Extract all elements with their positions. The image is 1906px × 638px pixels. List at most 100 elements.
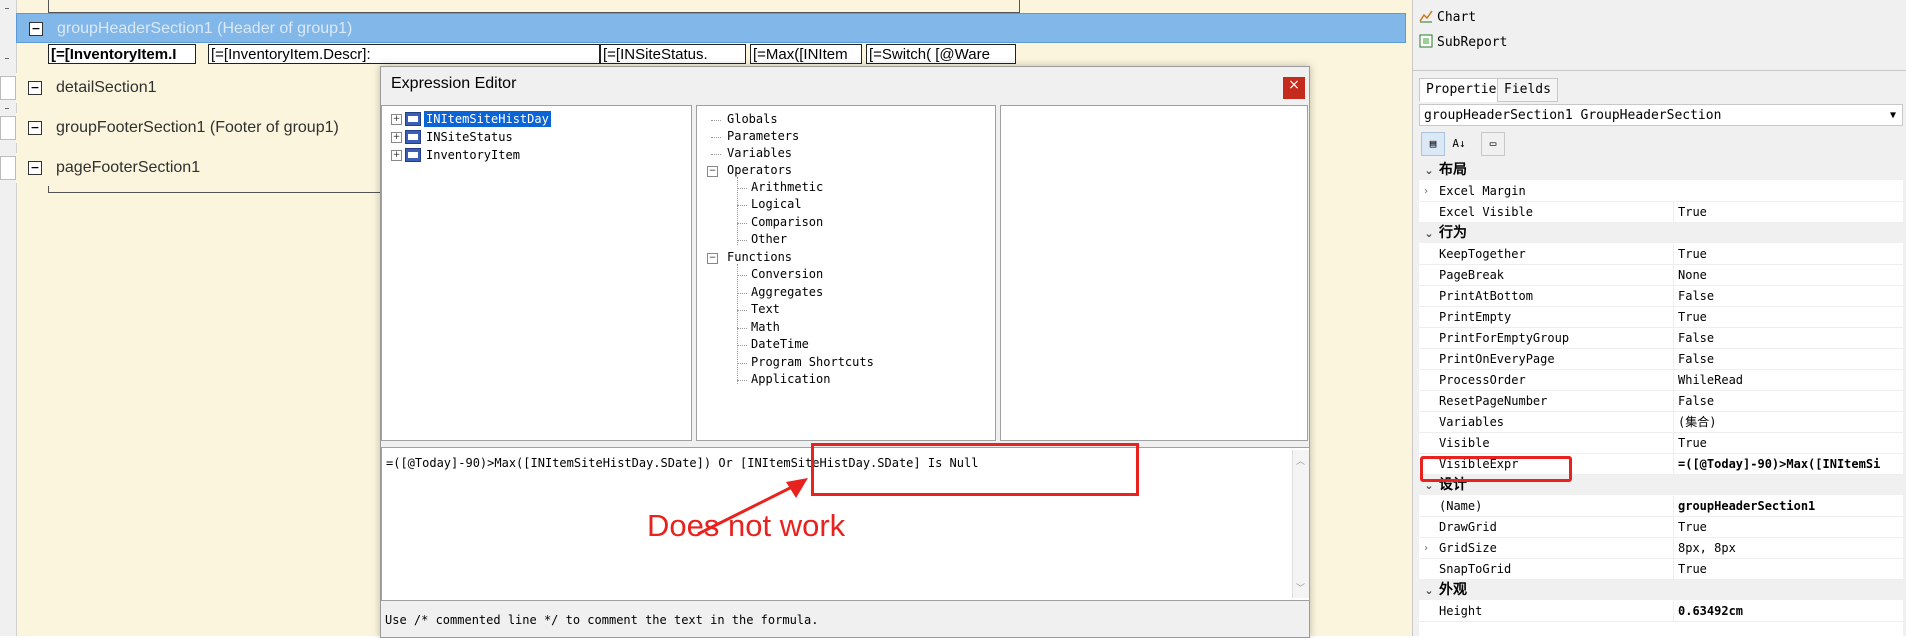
annotation-highlight-box xyxy=(811,443,1139,496)
tree-item-arithmetic[interactable]: Arithmetic xyxy=(751,179,823,195)
property-row[interactable]: PrintOnEveryPage False xyxy=(1419,349,1903,370)
tree-item-parameters[interactable]: Parameters xyxy=(727,128,799,144)
property-category[interactable]: ⌄ 布局 xyxy=(1419,160,1903,180)
property-name: (Name) xyxy=(1439,499,1483,513)
property-row[interactable]: ResetPageNumber False xyxy=(1419,391,1903,412)
property-value[interactable]: True xyxy=(1673,559,1906,580)
field-cell-description[interactable]: [=[InventoryItem.Descr]: xyxy=(208,44,600,64)
tree-item-initemsitehistday[interactable]: INItemSiteHistDay xyxy=(424,111,551,127)
property-row[interactable]: Visible True xyxy=(1419,433,1903,454)
section-label: detailSection1 xyxy=(56,79,157,96)
property-pages-icon[interactable]: ▭ xyxy=(1481,132,1505,156)
dropdown-arrow-icon: ▼ xyxy=(1889,110,1896,121)
field-cell-switch[interactable]: [=Switch( [@Ware xyxy=(866,44,1016,64)
property-value[interactable]: 0.63492cm xyxy=(1673,601,1906,622)
scroll-up-icon[interactable]: ︿ xyxy=(1296,454,1305,467)
tree-item-globals[interactable]: Globals xyxy=(727,111,778,127)
collapse-toggle-icon[interactable]: − xyxy=(29,22,43,36)
property-value[interactable]: groupHeaderSection1 xyxy=(1673,496,1906,517)
collapse-toggle-icon[interactable]: − xyxy=(28,81,42,95)
expand-icon[interactable]: + xyxy=(391,150,402,161)
tab-fields[interactable]: Fields xyxy=(1497,78,1558,102)
expand-icon[interactable]: + xyxy=(391,132,402,143)
chevron-down-icon[interactable]: ⌄ xyxy=(1419,224,1439,244)
tree-item-operators[interactable]: Operators xyxy=(727,162,792,178)
property-value[interactable]: False xyxy=(1673,391,1906,412)
categorized-view-icon[interactable]: ▤ xyxy=(1421,132,1445,156)
table-icon xyxy=(405,130,421,144)
property-row[interactable]: PrintEmpty True xyxy=(1419,307,1903,328)
property-row[interactable]: ProcessOrder WhileRead xyxy=(1419,370,1903,391)
tree-item-program-shortcuts[interactable]: Program Shortcuts xyxy=(751,354,874,370)
tree-item-datetime[interactable]: DateTime xyxy=(751,336,809,352)
scroll-down-icon[interactable]: ﹀ xyxy=(1296,581,1305,594)
property-name: SnapToGrid xyxy=(1439,562,1512,576)
tree-item-math[interactable]: Math xyxy=(751,319,780,335)
toolbox-chart[interactable]: Chart xyxy=(1419,8,1476,28)
scrollbar[interactable]: ︿ ﹀ xyxy=(1292,450,1309,598)
property-row[interactable]: Height 0.63492cm xyxy=(1419,601,1903,622)
property-row[interactable]: › Excel Margin xyxy=(1419,181,1903,202)
annotation-label: Does not work xyxy=(647,508,846,543)
collapse-icon[interactable]: − xyxy=(707,166,718,177)
property-value[interactable]: (集合) xyxy=(1673,412,1906,433)
property-value[interactable]: =([@Today]-90)>Max([INItemSi xyxy=(1673,454,1906,475)
property-value[interactable]: None xyxy=(1673,265,1906,286)
close-icon[interactable]: × xyxy=(1283,77,1305,99)
property-value[interactable]: True xyxy=(1673,244,1906,265)
property-row[interactable]: › GridSize 8px, 8px xyxy=(1419,538,1903,559)
property-name: PageBreak xyxy=(1439,268,1505,282)
property-value[interactable]: True xyxy=(1673,307,1906,328)
tree-item-insitestatus[interactable]: INSiteStatus xyxy=(426,129,513,145)
property-row[interactable]: Excel Visible True xyxy=(1419,202,1903,223)
property-row[interactable]: KeepTogether True xyxy=(1419,244,1903,265)
property-value[interactable]: False xyxy=(1673,328,1906,349)
chevron-right-icon[interactable]: › xyxy=(1423,538,1429,559)
property-value[interactable]: 8px, 8px xyxy=(1673,538,1906,559)
property-row[interactable]: PrintAtBottom False xyxy=(1419,286,1903,307)
ruler-tick xyxy=(5,58,9,59)
field-cell-site-status[interactable]: [=[INSiteStatus. xyxy=(600,44,746,64)
tree-item-inventoryitem[interactable]: InventoryItem xyxy=(426,147,520,163)
field-cell-max[interactable]: [=Max([INItem xyxy=(750,44,862,64)
property-value[interactable]: True xyxy=(1673,517,1906,538)
tree-item-comparison[interactable]: Comparison xyxy=(751,214,823,230)
expand-icon[interactable]: + xyxy=(391,114,402,125)
section-group-header[interactable]: − groupHeaderSection1 (Header of group1) xyxy=(16,13,1406,43)
collapse-icon[interactable]: − xyxy=(707,253,718,264)
property-category[interactable]: ⌄ 外观 xyxy=(1419,580,1903,600)
alphabetical-sort-icon[interactable]: A↓ xyxy=(1447,132,1471,156)
chevron-down-icon[interactable]: ⌄ xyxy=(1419,161,1439,181)
tree-item-text[interactable]: Text xyxy=(751,301,780,317)
property-category[interactable]: ⌄ 行为 xyxy=(1419,223,1903,243)
tree-item-aggregates[interactable]: Aggregates xyxy=(751,284,823,300)
property-value[interactable]: False xyxy=(1673,349,1906,370)
toolbox-subreport[interactable]: SubReport xyxy=(1419,33,1507,53)
property-row[interactable]: PageBreak None xyxy=(1419,265,1903,286)
tree-item-application[interactable]: Application xyxy=(751,371,830,387)
property-row[interactable]: DrawGrid True xyxy=(1419,517,1903,538)
property-value[interactable]: True xyxy=(1673,202,1906,223)
chevron-right-icon[interactable]: › xyxy=(1423,181,1429,202)
property-value[interactable]: False xyxy=(1673,286,1906,307)
field-cell-inventory-id[interactable]: [=[InventoryItem.I xyxy=(48,44,196,64)
tree-item-conversion[interactable]: Conversion xyxy=(751,266,823,282)
dialog-title: Expression Editor xyxy=(391,75,517,92)
property-name: PrintAtBottom xyxy=(1439,289,1533,303)
functions-tree: Globals Parameters Variables − Operators… xyxy=(696,105,996,441)
property-row[interactable]: PrintForEmptyGroup False xyxy=(1419,328,1903,349)
object-selector[interactable]: groupHeaderSection1 GroupHeaderSection ▼ xyxy=(1419,104,1903,126)
divider xyxy=(1413,70,1906,71)
tree-item-other[interactable]: Other xyxy=(751,231,787,247)
property-value[interactable]: WhileRead xyxy=(1673,370,1906,391)
tree-item-functions[interactable]: Functions xyxy=(727,249,792,265)
chevron-down-icon[interactable]: ⌄ xyxy=(1419,581,1439,601)
property-row[interactable]: (Name) groupHeaderSection1 xyxy=(1419,496,1903,517)
tree-item-variables[interactable]: Variables xyxy=(727,145,792,161)
property-value[interactable]: True xyxy=(1673,433,1906,454)
property-row[interactable]: SnapToGrid True xyxy=(1419,559,1903,580)
tree-item-logical[interactable]: Logical xyxy=(751,196,802,212)
collapse-toggle-icon[interactable]: − xyxy=(28,161,42,175)
property-row[interactable]: Variables (集合) xyxy=(1419,412,1903,433)
collapse-toggle-icon[interactable]: − xyxy=(28,121,42,135)
